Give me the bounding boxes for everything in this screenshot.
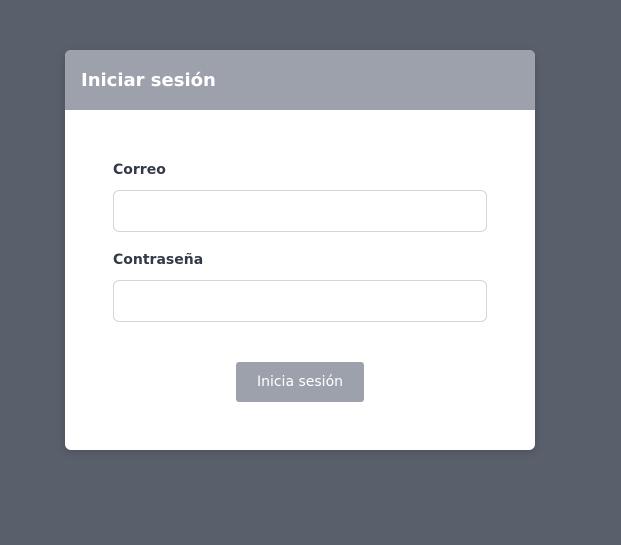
login-submit-button[interactable]: Inicia sesión [236,362,364,402]
login-title: Iniciar sesión [81,69,216,91]
login-card-header: Iniciar sesión [65,50,535,110]
password-label: Contraseña [113,252,204,268]
email-input[interactable] [113,190,487,232]
login-card: Iniciar sesión Correo Contraseña Inicia … [65,50,535,450]
email-label: Correo [113,162,166,178]
password-input[interactable] [113,280,487,322]
